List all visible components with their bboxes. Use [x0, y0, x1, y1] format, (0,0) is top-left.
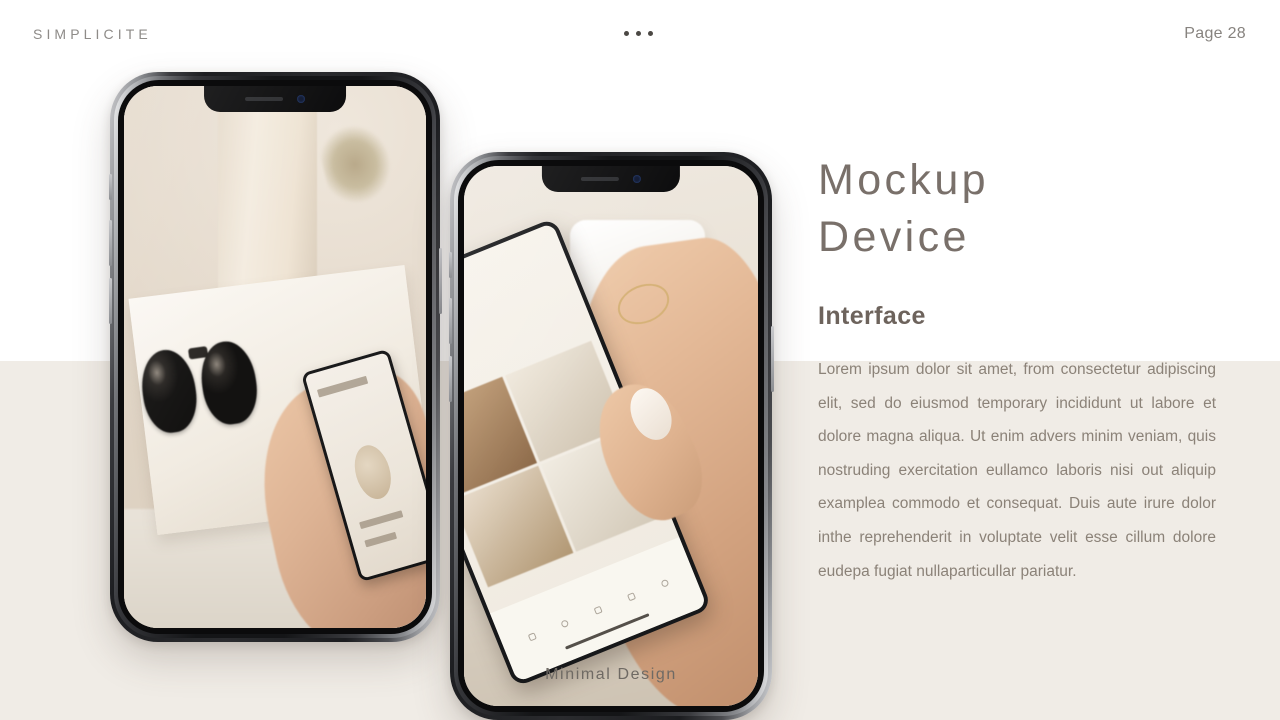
shop-icon [626, 591, 636, 601]
add-post-icon [593, 604, 603, 614]
earpiece-speaker-icon [245, 97, 283, 101]
phone-front-screen-photo [464, 166, 758, 706]
section-subtitle: Interface [818, 302, 926, 330]
brand-logo-text: SIMPLICITE [33, 26, 152, 42]
phone-back-screen[interactable] [124, 86, 426, 628]
text-content-column: Mockup Device Interface Lorem ipsum dolo… [818, 152, 1218, 588]
phone-front-power-button[interactable] [770, 326, 774, 392]
dot-2 [636, 31, 641, 36]
phone-front-volume-up[interactable] [448, 298, 452, 344]
front-camera-icon [632, 175, 641, 183]
phone-front-screen[interactable]: Minimal Design [464, 166, 758, 706]
inner-phone-avatar [349, 441, 397, 504]
phone-back-screen-photo [124, 86, 426, 628]
inner-phone-text-line-2 [364, 531, 398, 548]
phone-front-volume-down[interactable] [448, 356, 452, 402]
page-title-line-1: Mockup [818, 156, 989, 204]
home-icon [527, 631, 537, 641]
phone-front-notch [541, 166, 681, 192]
dot-3 [648, 31, 653, 36]
page-number-label: Page 28 [1184, 25, 1246, 42]
search-icon [560, 618, 570, 628]
phone-front-mute-switch[interactable] [448, 252, 452, 278]
phone-mockup-back[interactable] [108, 72, 442, 642]
phone-back-volume-down[interactable] [108, 278, 112, 324]
inner-phone-username-line [317, 375, 369, 398]
three-dots-icon[interactable] [624, 31, 653, 36]
dot-1 [624, 31, 629, 36]
phone-back-mute-switch[interactable] [108, 174, 112, 200]
slide-canvas: SIMPLICITE Page 28 Minimal Design Mockup… [0, 0, 1280, 720]
photo-sunglasses [135, 322, 270, 446]
page-title-line-2: Device [818, 213, 970, 261]
phone-back-power-button[interactable] [438, 248, 442, 314]
page-title: Mockup Device [818, 152, 1218, 266]
phone-mockup-front[interactable]: Minimal Design [448, 152, 774, 720]
phone-back-notch [204, 86, 346, 112]
inner-phone-text-line-1 [359, 510, 404, 529]
body-paragraph: Lorem ipsum dolor sit amet, from consect… [818, 361, 1216, 580]
profile-icon [659, 577, 670, 587]
slide-header: SIMPLICITE Page 28 [0, 0, 1280, 72]
sunglasses-left-lens [137, 346, 202, 436]
phone-back-volume-up[interactable] [108, 220, 112, 266]
earpiece-speaker-icon [580, 177, 619, 181]
front-camera-icon [297, 95, 305, 103]
mockup-caption: Minimal Design [545, 666, 677, 683]
